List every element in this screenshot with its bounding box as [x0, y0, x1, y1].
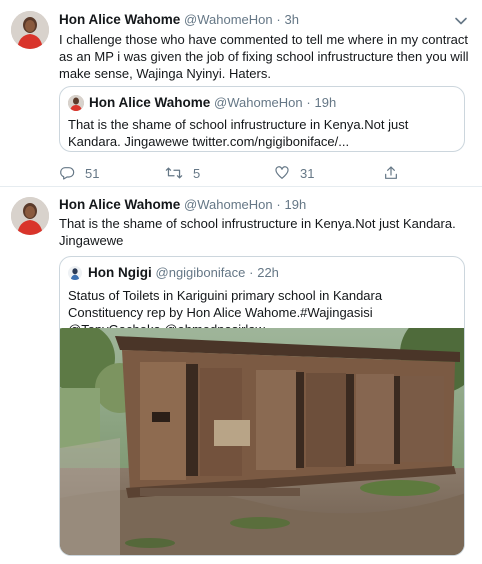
- timestamp[interactable]: 19h: [285, 197, 307, 212]
- chevron-down-icon[interactable]: [454, 14, 468, 28]
- share-icon: [385, 166, 397, 179]
- reply-icon: [60, 167, 75, 180]
- like-count: 31: [300, 165, 315, 181]
- timestamp[interactable]: 3h: [285, 12, 299, 27]
- author-name[interactable]: Hon Alice Wahome: [59, 12, 180, 27]
- profile-photo: [11, 11, 49, 49]
- heart-icon: [275, 166, 289, 179]
- separator-dot: ·: [306, 95, 311, 110]
- toilets-photo[interactable]: [60, 328, 465, 556]
- profile-photo: [68, 266, 82, 280]
- separator-dot: ·: [249, 265, 254, 280]
- share-button[interactable]: [383, 165, 409, 181]
- profile-photo: [11, 197, 49, 235]
- quoted-author-handle: @WahomeHon: [214, 95, 303, 110]
- tweet-text: That is the shame of school infrustructu…: [59, 216, 456, 248]
- reply-button[interactable]: 51: [59, 165, 99, 181]
- tweet-header: Hon Alice Wahome @WahomeHon · 3h: [59, 12, 299, 27]
- author-handle[interactable]: @WahomeHon: [184, 12, 273, 27]
- retweet-count: 5: [193, 165, 201, 181]
- tweet-1[interactable]: Hon Alice Wahome @WahomeHon · 3h I chall…: [0, 0, 482, 187]
- retweet-button[interactable]: 5: [165, 165, 200, 181]
- quoted-author-handle: @ngigiboniface: [155, 265, 246, 280]
- like-button[interactable]: 31: [274, 165, 314, 181]
- tweet-text: I challenge those who have commented to …: [59, 32, 469, 81]
- quoted-timestamp: 19h: [314, 95, 337, 110]
- tweet-2[interactable]: Hon Alice Wahome @WahomeHon · 19h That i…: [0, 187, 482, 564]
- avatar[interactable]: [11, 11, 49, 49]
- profile-photo: [68, 95, 84, 111]
- avatar[interactable]: [11, 197, 49, 235]
- quoted-tweet[interactable]: Hon Ngigi @ngigiboniface · 22h Status of…: [59, 256, 465, 556]
- retweet-icon: [165, 167, 183, 179]
- author-name[interactable]: Hon Alice Wahome: [59, 197, 180, 212]
- quoted-header: Hon Alice Wahome @WahomeHon · 19h: [89, 95, 336, 110]
- quoted-timestamp: 22h: [257, 265, 279, 280]
- quoted-header: Hon Ngigi @ngigiboniface · 22h: [88, 265, 279, 280]
- quoted-author-name: Hon Ngigi: [88, 265, 152, 280]
- separator-dot: ·: [276, 197, 281, 212]
- quoted-avatar: [68, 266, 82, 280]
- quoted-avatar: [68, 95, 84, 111]
- author-handle[interactable]: @WahomeHon: [184, 197, 273, 212]
- reply-count: 51: [85, 165, 100, 181]
- quoted-tweet[interactable]: Hon Alice Wahome @WahomeHon · 19h That i…: [59, 86, 465, 152]
- separator-dot: ·: [276, 12, 281, 27]
- quoted-author-name: Hon Alice Wahome: [89, 95, 211, 110]
- tweet-header: Hon Alice Wahome @WahomeHon · 19h: [59, 197, 306, 212]
- quoted-text: That is the shame of school infrustructu…: [68, 117, 409, 149]
